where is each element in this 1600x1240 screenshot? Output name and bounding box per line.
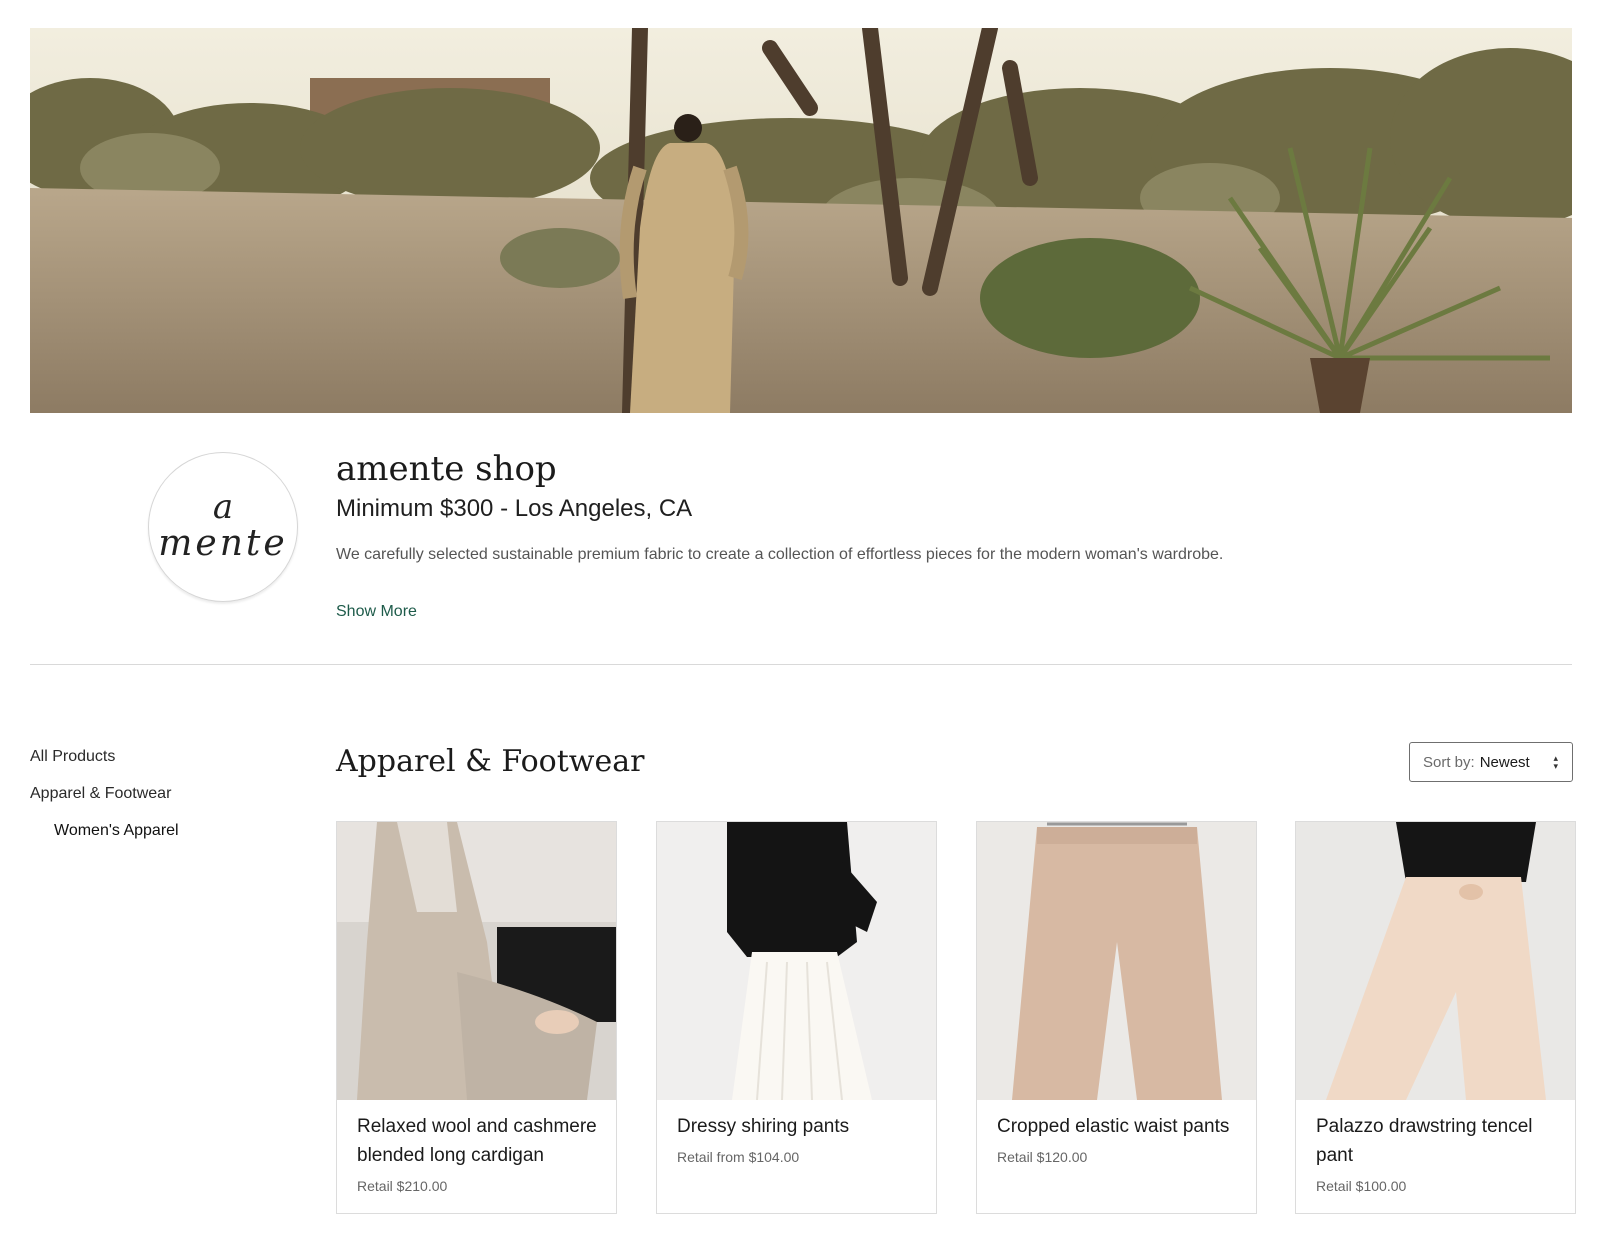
category-title: Apparel & Footwear <box>336 744 645 779</box>
product-card[interactable]: Palazzo drawstring tencel pant Retail $1… <box>1295 821 1576 1214</box>
sidebar-item-womens-apparel[interactable]: Women's Apparel <box>54 822 179 840</box>
sort-label: Sort by: <box>1423 753 1475 771</box>
product-image <box>657 822 936 1100</box>
product-image <box>1296 822 1575 1100</box>
sort-dropdown[interactable]: Sort by: Newest ▴ ▾ <box>1409 742 1573 782</box>
sidebar-item-all-products[interactable]: All Products <box>30 748 115 766</box>
product-card[interactable]: Relaxed wool and cashmere blended long c… <box>336 821 617 1214</box>
product-price: Retail from $104.00 <box>677 1149 800 1165</box>
logo-text-line2: mente <box>158 523 288 564</box>
shop-minimum-location: Minimum $300 - Los Angeles, CA <box>336 495 693 522</box>
product-price: Retail $210.00 <box>357 1178 448 1194</box>
product-title: Cropped elastic waist pants <box>997 1116 1230 1137</box>
logo-text-line1: a <box>212 487 234 527</box>
sidebar-item-apparel-footwear[interactable]: Apparel & Footwear <box>30 785 171 803</box>
section-divider <box>30 664 1572 665</box>
product-price: Retail $120.00 <box>997 1149 1088 1165</box>
product-card[interactable]: Cropped elastic waist pants Retail $120.… <box>976 821 1257 1214</box>
product-title: Dressy shiring pants <box>677 1116 850 1137</box>
product-card[interactable]: Dressy shiring pants Retail from $104.00 <box>656 821 937 1214</box>
show-more-link[interactable]: Show More <box>336 603 417 621</box>
product-title: Palazzo drawstring tencel pant <box>1316 1116 1533 1166</box>
shop-description: We carefully selected sustainable premiu… <box>336 546 1224 563</box>
product-price: Retail $100.00 <box>1316 1178 1407 1194</box>
sort-value: Newest <box>1479 753 1530 771</box>
hero-banner-image <box>30 28 1572 413</box>
product-title: Relaxed wool and cashmere blended long c… <box>357 1116 597 1166</box>
product-image <box>977 822 1256 1100</box>
shop-logo: a mente <box>148 452 298 602</box>
chevron-up-down-icon: ▴ ▾ <box>1553 753 1558 771</box>
shop-name: amente shop <box>336 449 557 489</box>
product-image <box>337 822 616 1100</box>
